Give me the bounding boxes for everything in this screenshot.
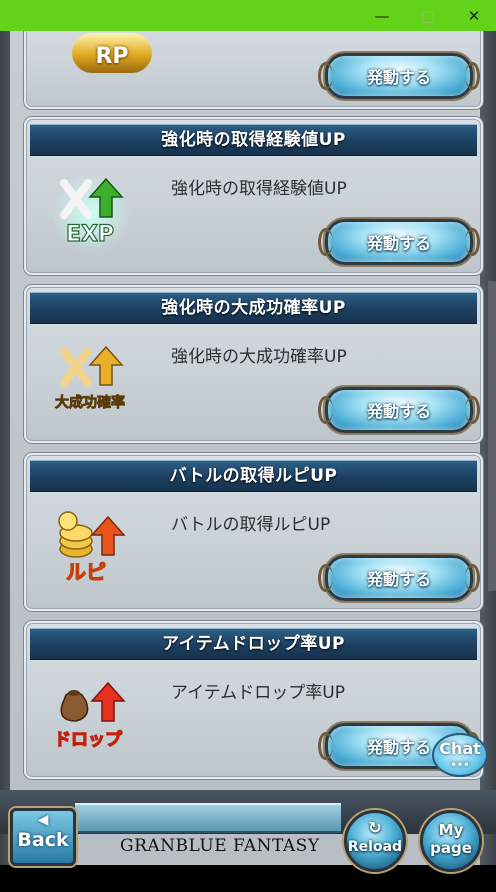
activate-button[interactable]: 発動する bbox=[318, 219, 480, 265]
footer-logo-strip bbox=[75, 803, 341, 833]
rupie-up-icon: ルピ bbox=[46, 507, 136, 587]
card-great-success-up: 強化時の大成功確率UP 大成功確率 強化時の大成功確率UP 発動する bbox=[24, 285, 483, 443]
window-titlebar: — □ ✕ bbox=[0, 0, 496, 31]
support-list: RP 発動する 強化時の取得経験値UP EXP 強化時の取得経験値UP 発動する… bbox=[10, 31, 483, 865]
mypage-label-line2: page bbox=[430, 839, 472, 857]
svg-text:ルピ: ルピ bbox=[66, 560, 106, 584]
chat-label: Chat bbox=[439, 739, 481, 758]
card-item-drop-up: アイテムドロップ率UP ドロップ アイテムドロップ率UP 発動する bbox=[24, 621, 483, 779]
card-description: アイテムドロップ率UP bbox=[171, 683, 345, 703]
reload-label: Reload bbox=[347, 839, 403, 855]
game-logo: GRANBLUE FANTASY bbox=[120, 836, 320, 856]
card-title: アイテムドロップ率UP bbox=[30, 628, 477, 660]
item-drop-up-icon: ドロップ bbox=[46, 675, 136, 755]
mypage-button[interactable]: My page bbox=[420, 810, 482, 872]
activate-button[interactable]: 発動する bbox=[318, 387, 480, 433]
card-title: バトルの取得ルピUP bbox=[30, 460, 477, 492]
activate-button[interactable]: 発動する bbox=[318, 555, 480, 601]
chat-button[interactable]: Chat ••• bbox=[432, 733, 488, 777]
back-button[interactable]: ◀ Back bbox=[10, 808, 76, 866]
activate-button[interactable]: 発動する bbox=[318, 53, 480, 99]
great-success-up-icon: 大成功確率 bbox=[46, 339, 136, 419]
svg-text:大成功確率: 大成功確率 bbox=[55, 394, 125, 411]
reload-icon: ↻ bbox=[368, 818, 382, 837]
card-title: 強化時の取得経験値UP bbox=[30, 124, 477, 156]
game-viewport: RP 発動する 強化時の取得経験値UP EXP 強化時の取得経験値UP 発動する… bbox=[0, 31, 496, 865]
scrollbar[interactable] bbox=[488, 281, 496, 591]
close-button[interactable]: ✕ bbox=[451, 0, 496, 31]
card-exp-up: 強化時の取得経験値UP EXP 強化時の取得経験値UP 発動する bbox=[24, 117, 483, 275]
card-rp: RP 発動する bbox=[24, 31, 483, 109]
card-description: 強化時の大成功確率UP bbox=[171, 347, 347, 367]
card-title: 強化時の大成功確率UP bbox=[30, 292, 477, 324]
chat-dots-icon: ••• bbox=[450, 760, 470, 771]
card-description: 強化時の取得経験値UP bbox=[171, 179, 347, 199]
card-description: バトルの取得ルピUP bbox=[171, 515, 331, 535]
mypage-label-line1: My bbox=[438, 821, 464, 839]
svg-text:ドロップ: ドロップ bbox=[54, 729, 123, 750]
maximize-button[interactable]: □ bbox=[405, 0, 451, 31]
exp-up-icon: EXP bbox=[46, 171, 136, 253]
rp-badge-icon: RP bbox=[72, 33, 152, 73]
back-arrow-icon: ◀ bbox=[37, 812, 49, 828]
reload-button[interactable]: ↻ Reload bbox=[344, 810, 406, 872]
minimize-button[interactable]: — bbox=[359, 0, 405, 31]
back-label: Back bbox=[17, 829, 69, 851]
card-rupie-up: バトルの取得ルピUP ルピ バトルの取得ルピUP 発動する bbox=[24, 453, 483, 611]
svg-text:EXP: EXP bbox=[66, 222, 114, 247]
